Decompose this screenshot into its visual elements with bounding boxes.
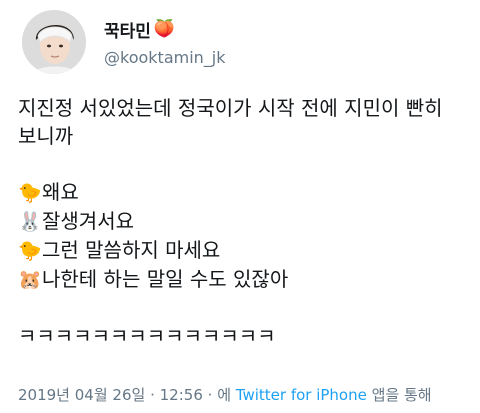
tweet-date[interactable]: 2019년 04월 26일: [18, 386, 145, 404]
dialogue-line: 🐤왜요: [18, 178, 468, 207]
chick-icon: 🐤: [18, 182, 42, 204]
dialogue-line: 🐰잘생겨서요: [18, 207, 468, 236]
avatar[interactable]: [22, 10, 86, 74]
dialogue-text: 잘생겨서요: [42, 209, 134, 233]
user-names: 꾹타민 🍑 @kooktamin_jk: [104, 18, 226, 67]
user-handle[interactable]: @kooktamin_jk: [104, 48, 226, 67]
peach-icon: 🍑: [153, 19, 176, 39]
dialogue-line: 🐤그런 말씀하지 마세요: [18, 236, 468, 265]
tweet-text: 지진정 서있었는데 정국이가 시작 전에 지민이 빤히 보니까 🐤왜요 🐰잘생겨…: [18, 94, 468, 350]
display-name[interactable]: 꾹타민: [104, 17, 151, 42]
via-prefix: · 에: [207, 386, 231, 404]
tweet-card: 꾹타민 🍑 @kooktamin_jk 지진정 서있었는데 정국이가 시작 전에…: [0, 0, 480, 413]
tweet-line: 지진정 서있었는데 정국이가 시작 전에 지민이 빤히: [18, 96, 443, 120]
chick-icon: 🐤: [18, 240, 42, 262]
dialogue-text: 왜요: [42, 180, 79, 204]
dialogue-text: 그런 말씀하지 마세요: [42, 238, 221, 262]
source-link[interactable]: Twitter for iPhone: [236, 386, 367, 404]
rabbit-icon: 🐰: [18, 211, 42, 233]
tweet-line: 보니까: [18, 124, 74, 148]
dialogue-text: 나한테 하는 말일 수도 있잖아: [42, 267, 289, 291]
via-suffix: 앱을 통해: [371, 386, 432, 404]
tweet-meta: 2019년 04월 26일 · 12:56 · 에 Twitter for iP…: [18, 384, 432, 405]
tweet-time[interactable]: 12:56: [160, 386, 203, 404]
meta-separator: ·: [150, 386, 155, 404]
dialogue-line: 🐹나한테 하는 말일 수도 있잖아: [18, 265, 468, 294]
tweet-header: 꾹타민 🍑 @kooktamin_jk: [22, 10, 226, 74]
display-name-row[interactable]: 꾹타민 🍑: [104, 17, 226, 43]
tweet-laugh: ㅋㅋㅋㅋㅋㅋㅋㅋㅋㅋㅋㅋㅋㅋ: [18, 324, 276, 348]
hamster-icon: 🐹: [18, 269, 42, 291]
